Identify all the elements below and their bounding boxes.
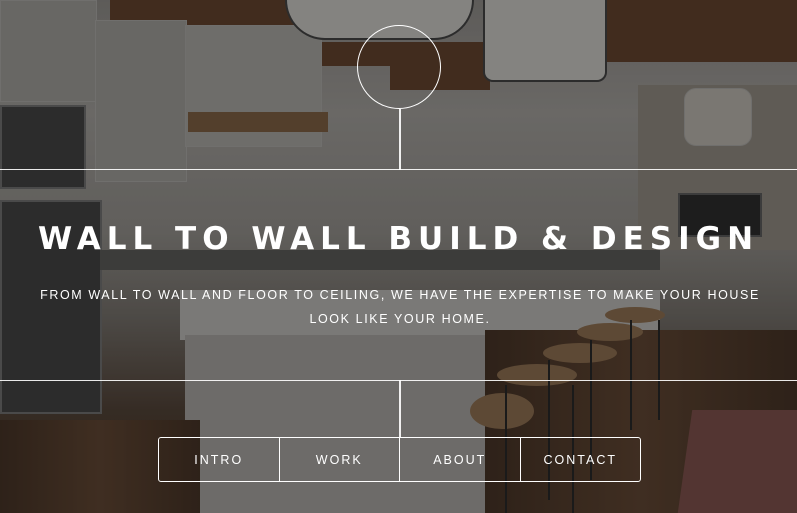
main-nav: INTRO WORK ABOUT CONTACT xyxy=(158,437,641,482)
nav-item-about[interactable]: ABOUT xyxy=(400,438,521,481)
circle-ornament xyxy=(357,25,441,109)
horizontal-line-top xyxy=(0,169,797,170)
vertical-line-top xyxy=(399,109,401,170)
nav-item-contact[interactable]: CONTACT xyxy=(521,438,641,481)
hero-section: WALL TO WALL BUILD & DESIGN FROM WALL TO… xyxy=(0,0,797,513)
site-tagline: FROM WALL TO WALL AND FLOOR TO CEILING, … xyxy=(40,288,760,326)
site-title: WALL TO WALL BUILD & DESIGN xyxy=(37,221,760,257)
nav-item-intro[interactable]: INTRO xyxy=(159,438,280,481)
nav-item-work[interactable]: WORK xyxy=(280,438,400,481)
vertical-line-bottom xyxy=(399,380,401,437)
